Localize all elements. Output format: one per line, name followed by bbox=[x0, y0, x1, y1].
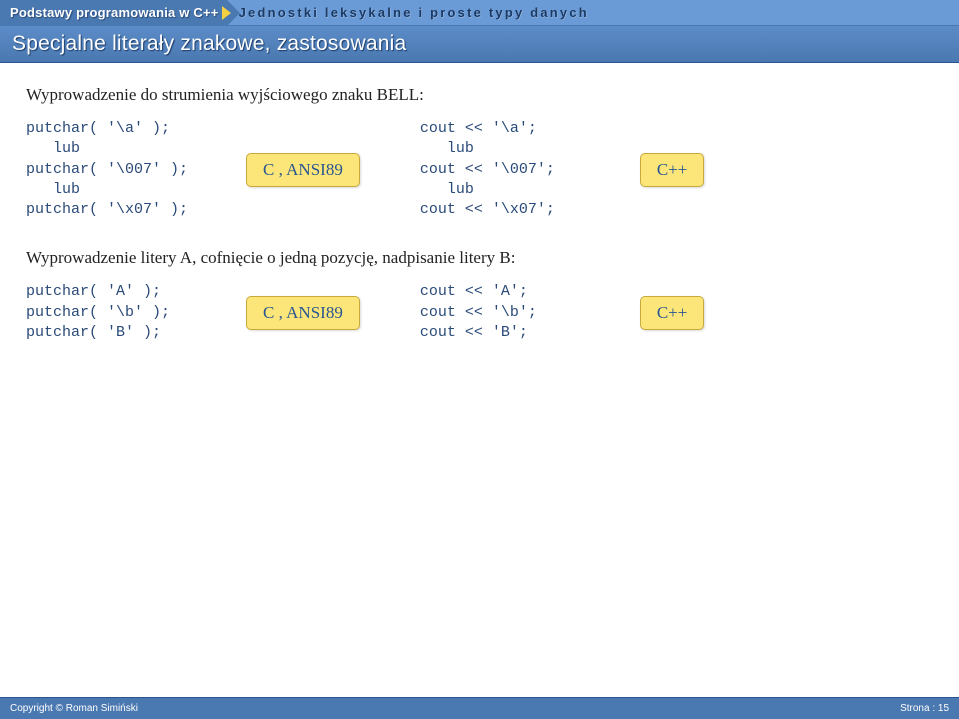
code-cpp-2: cout << 'A'; cout << '\b'; cout << 'B'; bbox=[420, 282, 620, 343]
example-row-2: putchar( 'A' ); putchar( '\b' ); putchar… bbox=[26, 282, 933, 343]
code-cpp-1: cout << '\a'; lub cout << '\007'; lub co… bbox=[420, 119, 620, 220]
course-name-text: Podstawy programowania w C++ bbox=[10, 5, 219, 20]
code-c-1: putchar( '\a' ); lub putchar( '\007' ); … bbox=[26, 119, 226, 220]
code-c-2: putchar( 'A' ); putchar( '\b' ); putchar… bbox=[26, 282, 226, 343]
badge-c-ansi89-2: C , ANSI89 bbox=[246, 296, 360, 330]
titlebar: Specjalne literały znakowe, zastosowania bbox=[0, 26, 959, 63]
footer-page: Strona : 15 bbox=[900, 703, 949, 714]
topbar: Podstawy programowania w C++ Jednostki l… bbox=[0, 0, 959, 26]
lead-2: Wyprowadzenie litery A, cofnięcie o jedn… bbox=[26, 248, 933, 268]
breadcrumb-arrow-accent bbox=[222, 6, 231, 20]
page-title: Specjalne literały znakowe, zastosowania bbox=[12, 32, 947, 56]
badge-c-ansi89: C , ANSI89 bbox=[246, 153, 360, 187]
badge-cpp-2: C++ bbox=[640, 296, 705, 330]
footer-copyright: Copyright © Roman Simiński bbox=[10, 703, 138, 714]
badge-cpp-1: C++ bbox=[640, 153, 705, 187]
lead-1: Wyprowadzenie do strumienia wyjściowego … bbox=[26, 85, 933, 105]
content: Wyprowadzenie do strumienia wyjściowego … bbox=[0, 63, 959, 697]
example-row-1: putchar( '\a' ); lub putchar( '\007' ); … bbox=[26, 119, 933, 220]
section-name: Jednostki leksykalne i proste typy danyc… bbox=[239, 5, 589, 20]
footer: Copyright © Roman Simiński Strona : 15 bbox=[0, 697, 959, 719]
course-name: Podstawy programowania w C++ bbox=[0, 0, 227, 26]
